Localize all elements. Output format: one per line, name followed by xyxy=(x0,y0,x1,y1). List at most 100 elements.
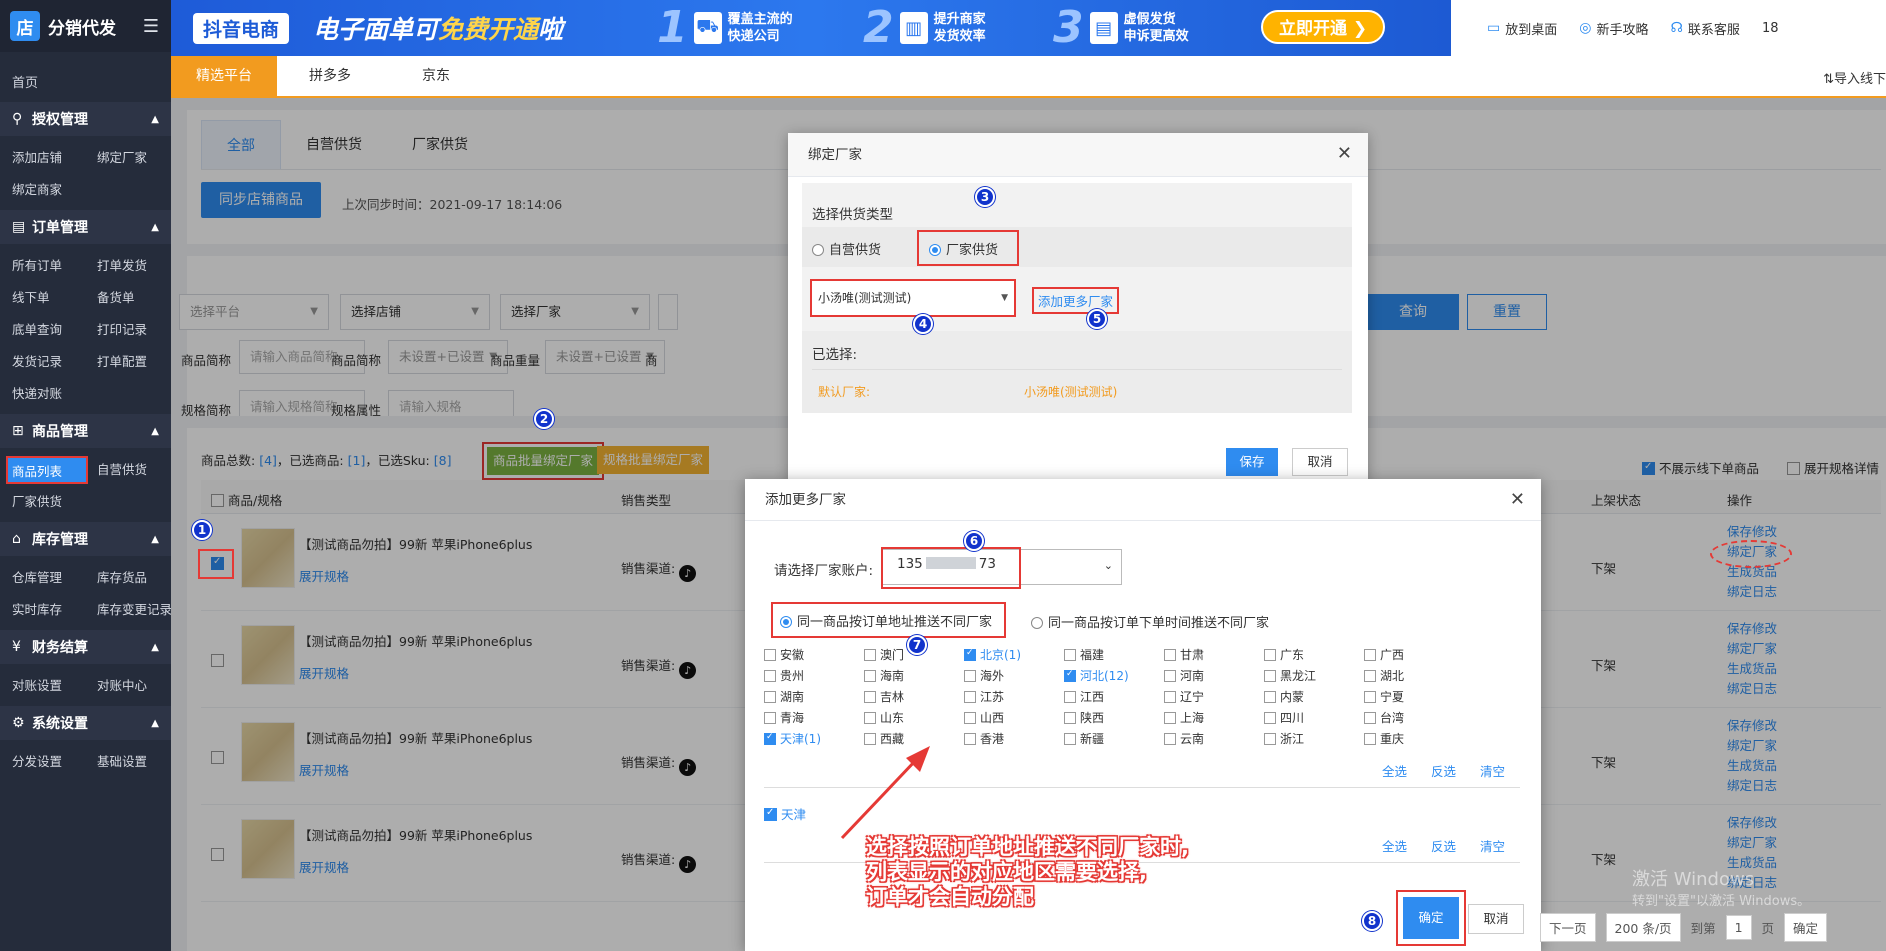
select-all-link[interactable]: 全选 xyxy=(1382,836,1407,855)
sidebar-group-orders[interactable]: ▤ 订单管理 ▲ xyxy=(0,210,171,244)
region-checkbox[interactable]: 海南 xyxy=(864,667,964,685)
sidebar-group-auth[interactable]: ⚲ 授权管理 ▲ xyxy=(0,102,171,136)
region-checkbox[interactable]: 广西 xyxy=(1364,646,1464,664)
region-checkbox[interactable]: 浙江 xyxy=(1264,730,1364,748)
selected-region-item[interactable]: 天津 xyxy=(764,804,806,823)
cancel-button[interactable]: 取消 xyxy=(1292,448,1348,476)
region-checkbox[interactable]: 吉林 xyxy=(864,688,964,706)
sidebar-item-warehouse[interactable]: 仓库管理 xyxy=(0,562,85,594)
sidebar-item-recon-center[interactable]: 对账中心 xyxy=(85,670,171,702)
sidebar-item-recon-settings[interactable]: 对账设置 xyxy=(0,670,85,702)
region-checkbox[interactable]: 江西 xyxy=(1064,688,1164,706)
region-checkbox[interactable]: 云南 xyxy=(1164,730,1264,748)
region-checkbox[interactable]: 上海 xyxy=(1164,709,1264,727)
sidebar-item-add-shop[interactable]: 添加店铺 xyxy=(0,142,85,174)
sidebar-item-stock-change-log[interactable]: 库存变更记录 xyxy=(85,594,172,626)
factory-account-select[interactable]: 135 73 ⌄ xyxy=(881,547,1122,589)
region-checkbox[interactable]: 河南 xyxy=(1164,667,1264,685)
sidebar-item-print-ship[interactable]: 打单发货 xyxy=(85,250,171,282)
confirm-button[interactable]: 确定 xyxy=(1396,890,1466,946)
region-checkbox[interactable]: 山西 xyxy=(964,709,1064,727)
cancel-button[interactable]: 取消 xyxy=(1468,904,1524,934)
sidebar-group-products[interactable]: ⊞ 商品管理 ▲ xyxy=(0,414,171,448)
region-checkbox[interactable]: 台湾 xyxy=(1364,709,1464,727)
menu-collapse-icon[interactable]: ☰ xyxy=(143,16,159,37)
goto-confirm-button[interactable]: 确定 xyxy=(1784,913,1828,942)
sidebar-item-ship-log[interactable]: 发货记录 xyxy=(0,346,85,378)
sidebar-group-finance[interactable]: ¥ 财务结算 ▲ xyxy=(0,630,171,664)
sidebar-item-express-recon[interactable]: 快递对账 xyxy=(0,378,85,410)
clear-link[interactable]: 清空 xyxy=(1480,761,1505,780)
invert-link[interactable]: 反选 xyxy=(1431,761,1456,780)
sidebar-group-system[interactable]: ⚙ 系统设置 ▲ xyxy=(0,706,171,740)
tab-jd[interactable]: 京东 xyxy=(383,56,489,96)
region-checkbox[interactable]: 江苏 xyxy=(964,688,1064,706)
region-checkbox[interactable]: 广东 xyxy=(1264,646,1364,664)
region-checkbox[interactable]: 四川 xyxy=(1264,709,1364,727)
group-title: 库存管理 xyxy=(32,532,88,548)
sidebar-item-home[interactable]: 首页 xyxy=(0,52,171,102)
radio-push-by-time[interactable]: 同一商品按订单下单时间推送不同厂家 xyxy=(1031,612,1269,631)
page-input[interactable]: 1 xyxy=(1725,915,1752,940)
next-page-button[interactable]: 下一页 xyxy=(1540,913,1596,942)
sidebar-group-inventory[interactable]: ⌂ 库存管理 ▲ xyxy=(0,522,171,556)
service-link[interactable]: ☊ 联系客服 xyxy=(1670,19,1739,38)
sidebar-item-bind-merchant[interactable]: 绑定商家 xyxy=(0,174,85,206)
sidebar-item-print-log[interactable]: 打印记录 xyxy=(85,314,171,346)
region-checkbox[interactable]: 青海 xyxy=(764,709,864,727)
region-checkbox[interactable]: 安徽 xyxy=(764,646,864,664)
radio-factory-supply[interactable]: 厂家供货 xyxy=(917,230,1019,266)
add-more-factory-link[interactable]: 添加更多厂家 xyxy=(1032,287,1120,314)
page-size-select[interactable]: 200 条/页 xyxy=(1605,913,1681,942)
region-checkbox[interactable]: 河北(12) xyxy=(1064,667,1164,685)
sidebar-item-offline-order[interactable]: 线下单 xyxy=(0,282,85,314)
region-checkbox[interactable]: 内蒙 xyxy=(1264,688,1364,706)
region-checkbox[interactable]: 重庆 xyxy=(1364,730,1464,748)
region-checkbox[interactable]: 湖北 xyxy=(1364,667,1464,685)
tab-pinduoduo[interactable]: 拼多多 xyxy=(277,56,383,96)
checkbox-icon xyxy=(1264,712,1276,724)
user-account[interactable]: 18 xyxy=(1762,21,1779,36)
app-logo[interactable]: 店 分销代发 ☰ xyxy=(0,0,171,52)
promo-banner[interactable]: 抖音电商 电子面单可免费开通啦 1 ⛟ 覆盖主流的 快递公司 2 ▥ 提升商家 发货… xyxy=(171,0,1451,56)
sidebar-item-all-orders[interactable]: 所有订单 xyxy=(0,250,85,282)
region-checkbox[interactable]: 黑龙江 xyxy=(1264,667,1364,685)
close-icon[interactable]: ✕ xyxy=(1510,489,1525,510)
region-checkbox[interactable]: 北京(1) xyxy=(964,646,1064,664)
region-checkbox[interactable]: 陕西 xyxy=(1064,709,1164,727)
sidebar-item-basic-settings[interactable]: 基础设置 xyxy=(85,746,171,778)
sidebar-item-print-config[interactable]: 打单配置 xyxy=(85,346,171,378)
sidebar-item-realtime-stock[interactable]: 实时库存 xyxy=(0,594,85,626)
clear-link[interactable]: 清空 xyxy=(1480,836,1505,855)
sidebar-item-stock-list[interactable]: 备货单 xyxy=(85,282,171,314)
save-button[interactable]: 保存 xyxy=(1226,448,1278,476)
radio-self-supply[interactable]: 自营供货 xyxy=(812,239,881,258)
close-icon[interactable]: ✕ xyxy=(1337,143,1352,164)
sidebar-item-factory-supply[interactable]: 厂家供货 xyxy=(0,486,85,518)
region-checkbox[interactable]: 辽宁 xyxy=(1164,688,1264,706)
region-checkbox[interactable]: 甘肃 xyxy=(1164,646,1264,664)
radio-push-by-address[interactable]: 同一商品按订单地址推送不同厂家 xyxy=(771,602,1006,638)
invert-link[interactable]: 反选 xyxy=(1431,836,1456,855)
factory-dropdown[interactable]: 小汤唯(测试测试) ▼ xyxy=(810,279,1016,317)
desktop-shortcut-link[interactable]: ▭ 放到桌面 xyxy=(1487,19,1557,38)
import-offline-link[interactable]: ⇅导入线下 xyxy=(1823,68,1886,87)
guide-link[interactable]: ◎ 新手攻略 xyxy=(1579,19,1648,38)
region-checkbox[interactable]: 香港 xyxy=(964,730,1064,748)
tab-featured-platform[interactable]: 精选平台 xyxy=(171,56,277,96)
region-checkbox[interactable]: 湖南 xyxy=(764,688,864,706)
region-checkbox[interactable]: 海外 xyxy=(964,667,1064,685)
sidebar-item-stock-goods[interactable]: 库存货品 xyxy=(85,562,171,594)
banner-cta-button[interactable]: 立即开通 ❯ xyxy=(1261,10,1386,44)
sidebar-item-receipt-query[interactable]: 底单查询 xyxy=(0,314,85,346)
region-checkbox[interactable]: 福建 xyxy=(1064,646,1164,664)
region-checkbox[interactable]: 贵州 xyxy=(764,667,864,685)
sidebar-item-product-list[interactable]: 商品列表 xyxy=(6,456,88,484)
sidebar-item-self-supply[interactable]: 自营供货 xyxy=(85,454,171,486)
region-checkbox[interactable]: 山东 xyxy=(864,709,964,727)
sidebar-item-dispatch-settings[interactable]: 分发设置 xyxy=(0,746,85,778)
region-checkbox[interactable]: 宁夏 xyxy=(1364,688,1464,706)
select-all-link[interactable]: 全选 xyxy=(1382,761,1407,780)
sidebar-item-bind-factory[interactable]: 绑定厂家 xyxy=(85,142,171,174)
region-checkbox[interactable]: 新疆 xyxy=(1064,730,1164,748)
